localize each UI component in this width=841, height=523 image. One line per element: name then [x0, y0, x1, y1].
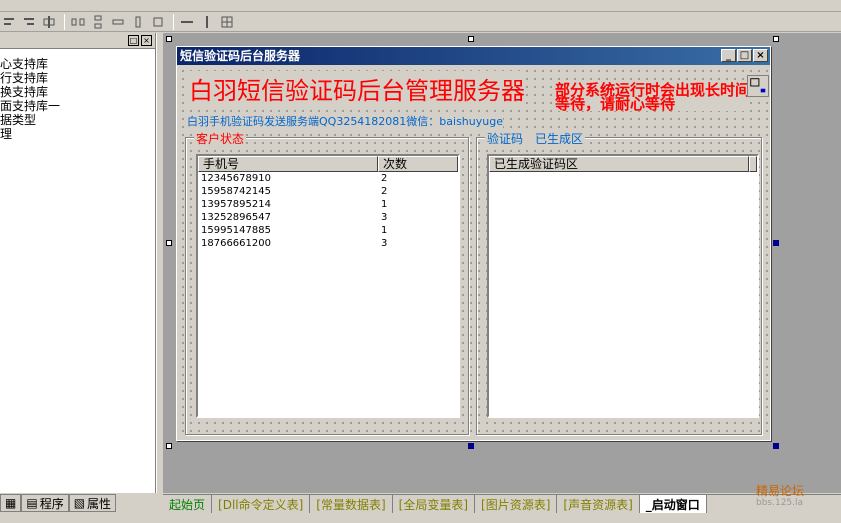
tab-support[interactable]: ▦: [0, 494, 22, 512]
client-status-list[interactable]: 手机号 次数 12345678910 2 15958742145 2 139578952…: [196, 154, 460, 418]
tab-program-label: 程序: [39, 496, 64, 511]
center-vertical-icon[interactable]: [198, 14, 216, 30]
library-icon: ▦: [5, 496, 17, 510]
phone-cell: 15995147885: [201, 225, 271, 236]
watermark-line1: 精易论坛: [756, 484, 805, 498]
tree-item[interactable]: 换支持库: [0, 85, 155, 99]
table-row[interactable]: 13957895214 1: [198, 198, 458, 211]
column-header-phone[interactable]: 手机号: [198, 156, 378, 172]
align-left-icon[interactable]: [0, 14, 18, 30]
tab-properties-label: 属性: [87, 496, 112, 511]
list-header: 手机号 次数: [198, 156, 458, 172]
verification-code-label: 验证码 已生成区: [485, 130, 586, 147]
space-vertical-icon[interactable]: [89, 14, 107, 30]
phone-cell: 12345678910: [201, 173, 271, 184]
library-tree: 心支持库 行支持库 换支持库 面支持库一 据类型 理: [0, 49, 155, 141]
same-width-icon[interactable]: [109, 14, 127, 30]
tab-sound-resources[interactable]: [声音资源表]: [557, 495, 640, 513]
top-toolbar: [0, 0, 841, 12]
tab-global-vars[interactable]: [全局变量表]: [393, 495, 476, 513]
same-size-icon[interactable]: [149, 14, 167, 30]
space-horizontal-icon[interactable]: [69, 14, 87, 30]
count-cell: 2: [381, 186, 388, 197]
maximize-icon[interactable]: □: [737, 49, 752, 62]
phone-cell: 13957895214: [201, 199, 271, 210]
column-header-codes[interactable]: 已生成验证码区: [489, 156, 750, 172]
grid-icon[interactable]: [218, 14, 236, 30]
phone-cell: 13252896547: [201, 212, 271, 223]
timer-component-icon[interactable]: [747, 75, 769, 97]
close-icon[interactable]: ×: [753, 49, 768, 62]
count-cell: 1: [381, 199, 388, 210]
table-row[interactable]: 15958742145 2: [198, 185, 458, 198]
count-cell: 1: [381, 225, 388, 236]
tree-item[interactable]: 据类型: [0, 113, 155, 127]
tab-dll-commands[interactable]: [Dll命令定义表]: [212, 495, 311, 513]
center-horizontal-icon[interactable]: [178, 14, 196, 30]
align-center-icon[interactable]: [40, 14, 58, 30]
support-library-panel: □ × 心支持库 行支持库 换支持库 面支持库一 据类型 理: [0, 33, 156, 493]
main-heading-label: 白羽短信验证码后台管理服务器: [189, 71, 525, 106]
format-toolbar: [0, 12, 841, 32]
align-right-icon[interactable]: [20, 14, 38, 30]
phone-cell: 15958742145: [201, 186, 271, 197]
list-header: 已生成验证码区: [489, 156, 757, 172]
tree-item[interactable]: 理: [0, 127, 155, 141]
resize-handle[interactable]: [773, 240, 779, 246]
count-cell: 3: [381, 212, 388, 223]
resize-handle[interactable]: [166, 240, 172, 246]
table-row[interactable]: 18766661200 3: [198, 237, 458, 250]
tab-program[interactable]: ▤ 程序: [21, 494, 69, 512]
resize-handle[interactable]: [773, 36, 779, 42]
client-status-label: 客户状态: [194, 130, 247, 147]
resize-handle[interactable]: [773, 443, 779, 449]
tab-startup-window[interactable]: _启动窗口: [639, 495, 707, 513]
tab-image-resources[interactable]: [图片资源表]: [475, 495, 558, 513]
window-title-bar[interactable]: 短信验证码后台服务器 _ □ ×: [177, 47, 770, 65]
toolbar-separator: [64, 13, 65, 30]
resize-handle[interactable]: [166, 36, 172, 42]
resize-handle[interactable]: [468, 443, 474, 449]
warning-label: 部分系统运行时会出现长时间等待，请耐心等待: [555, 81, 751, 113]
editor-tabs: 起始页 [Dll命令定义表] [常量数据表] [全局变量表] [图片资源表] […: [163, 494, 841, 513]
resize-handle[interactable]: [166, 443, 172, 449]
panel-header: □ ×: [0, 33, 155, 49]
maximize-panel-icon[interactable]: □: [128, 35, 139, 46]
tree-item[interactable]: 行支持库: [0, 71, 155, 85]
column-header-count[interactable]: 次数: [378, 156, 458, 172]
count-cell: 3: [381, 238, 388, 249]
program-icon: ▤: [26, 496, 38, 510]
resize-handle[interactable]: [468, 36, 474, 42]
tab-start-page[interactable]: 起始页: [163, 495, 213, 513]
properties-icon: ▧: [73, 496, 86, 510]
watermark-line2: bbs.125.la: [756, 498, 804, 508]
same-height-icon[interactable]: [129, 14, 147, 30]
tree-item[interactable]: 面支持库一: [0, 99, 155, 113]
contact-info-label: 白羽手机验证码发送服务端QQ3254182081微信：baishuyuge: [187, 113, 503, 129]
table-row[interactable]: 12345678910 2: [198, 172, 458, 185]
tab-properties[interactable]: ▧ 属性: [68, 494, 117, 512]
client-status-group: 客户状态 手机号 次数 12345678910 2 15958742145 2 1395…: [185, 130, 469, 435]
table-row[interactable]: 15995147885 1: [198, 224, 458, 237]
tree-item[interactable]: 心支持库: [0, 57, 155, 71]
panel-splitter[interactable]: [156, 33, 163, 493]
designed-window[interactable]: 短信验证码后台服务器 _ □ × 白羽短信验证码后台管理服务器 部分系统运行时会…: [176, 46, 771, 441]
list-body: 12345678910 2 15958742145 2 13957895214 1 1325…: [198, 172, 458, 250]
column-header-spacer: [749, 156, 757, 172]
verification-code-group: 验证码 已生成区 已生成验证码区: [476, 130, 762, 435]
count-cell: 2: [381, 173, 388, 184]
tab-constants[interactable]: [常量数据表]: [310, 495, 393, 513]
forum-watermark: 精易论坛 bbs.125.la: [756, 485, 804, 509]
toolbar-separator: [173, 13, 174, 30]
window-title: 短信验证码后台服务器: [180, 49, 301, 63]
window-client-area: 白羽短信验证码后台管理服务器 部分系统运行时会出现长时间等待，请耐心等待 白羽手…: [179, 67, 769, 438]
left-panel-tabs: ▦ ▤ 程序 ▧ 属性: [0, 494, 156, 512]
generated-codes-list[interactable]: 已生成验证码区: [487, 154, 759, 418]
close-panel-icon[interactable]: ×: [141, 35, 152, 46]
minimize-icon[interactable]: _: [721, 49, 736, 62]
table-row[interactable]: 13252896547 3: [198, 211, 458, 224]
phone-cell: 18766661200: [201, 238, 271, 249]
